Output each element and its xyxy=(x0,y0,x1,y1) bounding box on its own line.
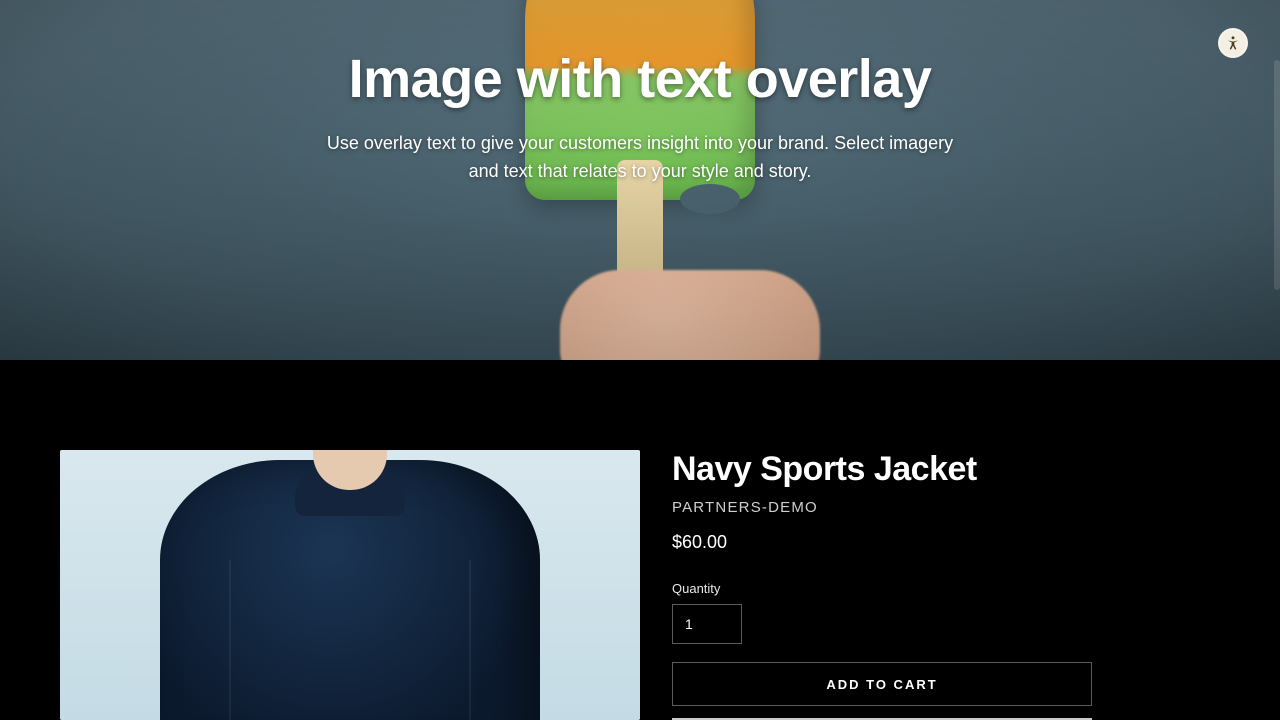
hero-title: Image with text overlay xyxy=(349,48,932,110)
product-layout: Navy Sports Jacket PARTNERS-DEMO $60.00 … xyxy=(60,450,1220,720)
accessibility-widget-button[interactable] xyxy=(1218,28,1248,58)
product-image[interactable] xyxy=(60,450,640,720)
add-to-cart-button[interactable]: ADD TO CART xyxy=(672,662,1092,706)
product-image-seam xyxy=(229,560,231,720)
product-price: $60.00 xyxy=(672,532,1092,553)
product-title: Navy Sports Jacket xyxy=(672,450,1092,489)
hero-subtitle: Use overlay text to give your customers … xyxy=(320,130,960,186)
product-vendor: PARTNERS-DEMO xyxy=(672,499,1092,516)
featured-product-section: Navy Sports Jacket PARTNERS-DEMO $60.00 … xyxy=(0,360,1280,720)
product-image-seam xyxy=(469,560,471,720)
hero-image-with-text-overlay: Image with text overlay Use overlay text… xyxy=(0,0,1280,360)
product-info: Navy Sports Jacket PARTNERS-DEMO $60.00 … xyxy=(672,450,1092,720)
hero-text-container: Image with text overlay Use overlay text… xyxy=(0,0,1280,360)
accessibility-icon xyxy=(1225,35,1241,51)
quantity-label: Quantity xyxy=(672,581,1092,596)
quantity-input[interactable] xyxy=(672,604,742,644)
